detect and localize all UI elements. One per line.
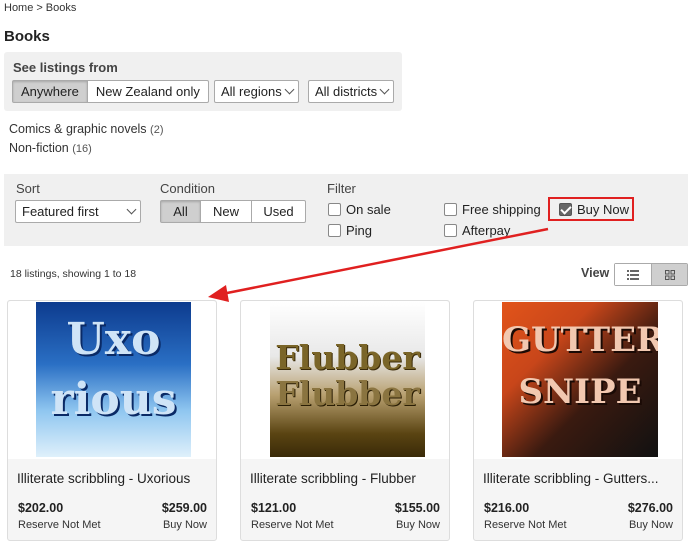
listing-thumbnail[interactable]: Flubber Flubber <box>270 302 425 457</box>
listing-image-area: GUTTER SNIPE <box>474 301 682 459</box>
listing-buy-now-label: Buy Now <box>628 519 673 531</box>
thumbnail-text: GUTTER <box>502 320 658 360</box>
thumbnail-text: SNIPE <box>518 372 642 412</box>
listing-image-area: Flubber Flubber <box>241 301 449 459</box>
thumbnail-text: Uxo <box>66 314 161 365</box>
listing-buy-now-price: $259.00 <box>161 501 207 515</box>
listing-thumbnail[interactable]: GUTTER SNIPE <box>502 302 658 457</box>
listing-buy-now-label: Buy Now <box>162 519 207 531</box>
listing-title[interactable]: Illiterate scribbling - Flubber <box>250 471 446 486</box>
listing-price-label: Reserve Not Met <box>251 519 334 531</box>
listing-card[interactable]: Uxo rious Illiterate scribbling - Uxorio… <box>7 300 217 541</box>
listing-title[interactable]: Illiterate scribbling - Uxorious <box>17 471 213 486</box>
listing-price: $202.00 <box>18 501 64 515</box>
listing-card[interactable]: Flubber Flubber Illiterate scribbling - … <box>240 300 450 541</box>
thumbnail-text: Flubber <box>275 374 420 413</box>
listing-price: $121.00 <box>251 501 297 515</box>
listing-price-label: Reserve Not Met <box>484 519 567 531</box>
view-label: View <box>581 266 610 280</box>
listing-card[interactable]: GUTTER SNIPE Illiterate scribbling - Gut… <box>473 300 683 541</box>
listing-image-area: Uxo rious <box>8 301 216 459</box>
grid-icon <box>664 269 675 280</box>
listing-buy-now-price: $155.00 <box>394 501 440 515</box>
listing-price-label: Reserve Not Met <box>18 519 101 531</box>
thumbnail-text: rious <box>50 374 177 425</box>
listing-count: 18 listings, showing 1 to 18 <box>10 268 137 280</box>
listing-title[interactable]: Illiterate scribbling - Gutters... <box>483 471 679 486</box>
thumbnail-text: Flubber <box>275 338 420 377</box>
list-view-button[interactable] <box>615 264 651 285</box>
grid-view-button[interactable] <box>651 264 687 285</box>
view-toggle <box>614 263 688 286</box>
listing-buy-now-price: $276.00 <box>627 501 673 515</box>
listing-buy-now-label: Buy Now <box>395 519 440 531</box>
listing-thumbnail[interactable]: Uxo rious <box>36 302 191 457</box>
list-icon <box>627 269 639 280</box>
listing-price: $216.00 <box>484 501 530 515</box>
